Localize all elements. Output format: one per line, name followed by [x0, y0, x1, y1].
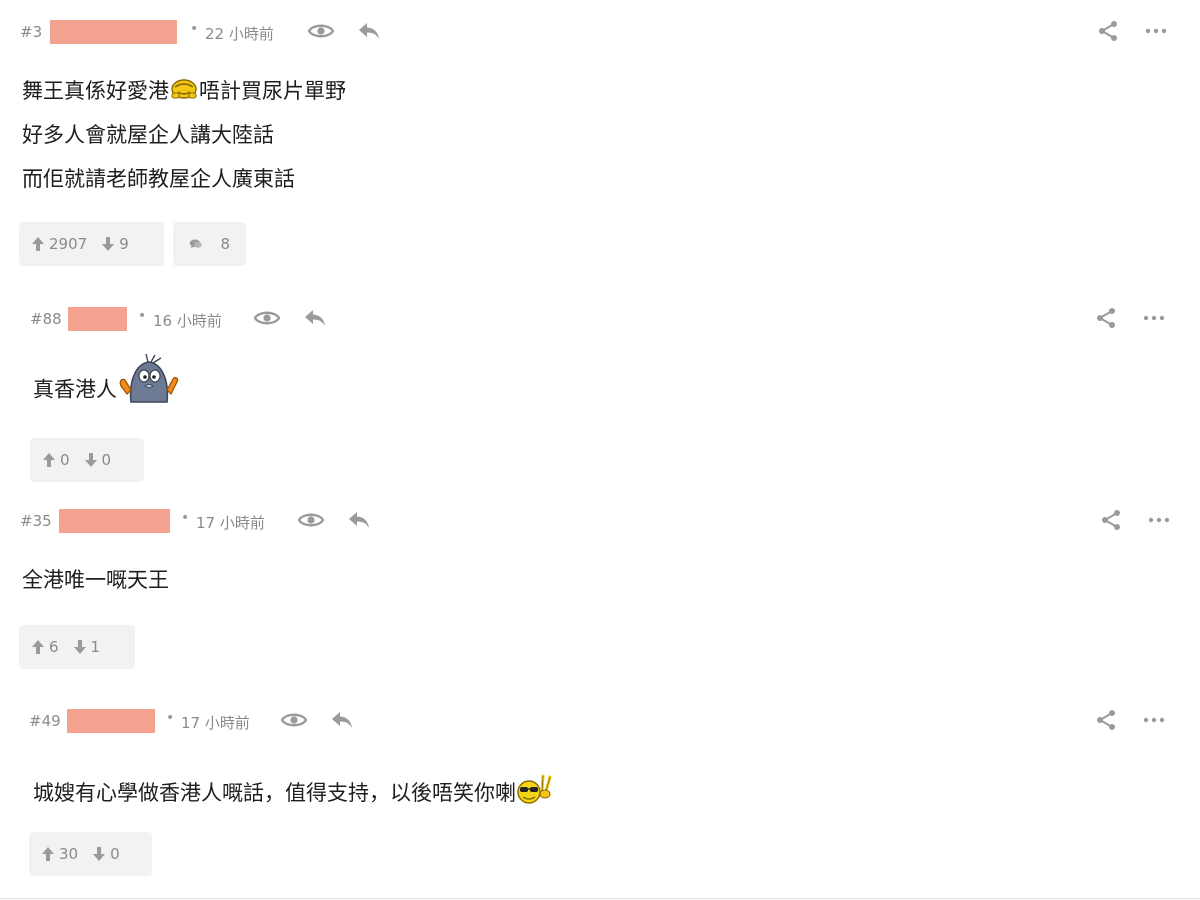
- downvote-count: 9: [119, 235, 129, 253]
- eye-icon[interactable]: [254, 306, 280, 330]
- share-icon[interactable]: [1093, 708, 1119, 732]
- bowing-emoji: [169, 77, 199, 107]
- post-content-line: 舞王真係好愛港 唔計買尿片單野: [22, 77, 346, 107]
- reply-arrow-icon[interactable]: [356, 19, 382, 43]
- post-time: 17 小時前: [181, 714, 250, 732]
- separator-dot: •: [166, 710, 175, 726]
- arrow-up-icon: [32, 237, 44, 251]
- post-header: #3 • 22 小時前: [0, 19, 1200, 44]
- post-content-line: 城嫂有心學做香港人嘅話，值得支持，以後唔笑你喇: [33, 772, 554, 816]
- arrow-up-icon: [43, 453, 55, 467]
- replies-button[interactable]: 8: [173, 222, 246, 266]
- post-text: 舞王真係好愛港: [22, 79, 169, 103]
- eye-icon[interactable]: [298, 508, 324, 532]
- upvote-count: 0: [60, 451, 70, 469]
- post-header: #88 • 16 小時前: [0, 306, 1200, 331]
- vote-box: 2907 9: [19, 222, 164, 266]
- arrow-up-icon: [32, 640, 44, 654]
- sunglasses-peace-emoji: [516, 772, 554, 816]
- post-content-line: 而佢就請老師教屋企人廣東話: [22, 167, 295, 191]
- arrow-up-icon: [42, 847, 54, 861]
- upvote-count: 2907: [49, 235, 88, 253]
- post-header: #35 • 17 小時前: [0, 508, 1200, 533]
- post-content-line: 全港唯一嘅天王: [22, 568, 169, 592]
- reply-count: 8: [220, 235, 230, 253]
- reply-arrow-icon[interactable]: [302, 306, 328, 330]
- post-time: 17 小時前: [196, 514, 265, 532]
- share-icon[interactable]: [1093, 306, 1119, 330]
- arrow-down-icon: [84, 453, 97, 467]
- vote-box: 6 1: [19, 625, 135, 669]
- arrow-down-icon: [102, 237, 115, 251]
- upvote-button[interactable]: 2907: [31, 235, 87, 253]
- floor-number: #88: [30, 310, 62, 328]
- username-redacted[interactable]: [50, 20, 177, 44]
- upvote-button[interactable]: 0: [42, 451, 70, 469]
- arrow-down-icon: [93, 847, 106, 861]
- separator-dot: •: [190, 21, 199, 37]
- reply-arrow-icon[interactable]: [346, 508, 372, 532]
- post-content-line: 真香港人: [33, 352, 181, 429]
- post-time: 16 小時前: [153, 312, 222, 330]
- more-dots-icon[interactable]: [1141, 708, 1167, 732]
- divider: [0, 898, 1200, 899]
- share-icon[interactable]: [1095, 19, 1121, 43]
- more-dots-icon[interactable]: [1146, 508, 1172, 532]
- downvote-count: 0: [110, 845, 120, 863]
- eye-icon[interactable]: [281, 708, 307, 732]
- downvote-count: 0: [101, 451, 112, 469]
- upvote-count: 30: [59, 845, 79, 863]
- username-redacted[interactable]: [67, 709, 155, 733]
- upvote-button[interactable]: 30: [41, 845, 78, 863]
- cheering-creature-emoji: [117, 352, 181, 429]
- downvote-count: 1: [90, 638, 101, 656]
- username-redacted[interactable]: [68, 307, 127, 331]
- upvote-count: 6: [49, 638, 59, 656]
- downvote-button[interactable]: 0: [84, 451, 112, 469]
- share-icon[interactable]: [1098, 508, 1124, 532]
- eye-icon[interactable]: [308, 19, 334, 43]
- downvote-button[interactable]: 0: [92, 845, 120, 863]
- comment-bubble-icon: [189, 239, 202, 249]
- arrow-down-icon: [73, 640, 86, 654]
- vote-box: 0 0: [30, 438, 144, 482]
- downvote-button[interactable]: 9: [101, 235, 129, 253]
- more-dots-icon[interactable]: [1141, 306, 1167, 330]
- more-dots-icon[interactable]: [1143, 19, 1169, 43]
- post-time: 22 小時前: [205, 25, 274, 43]
- vote-box: 30 0: [29, 832, 152, 876]
- post-header: #49 • 17 小時前: [0, 708, 1200, 733]
- username-redacted[interactable]: [59, 509, 170, 533]
- post-text: 城嫂有心學做香港人嘅話，值得支持，以後唔笑你喇: [33, 781, 516, 805]
- floor-number: #35: [20, 512, 52, 530]
- downvote-button[interactable]: 1: [73, 638, 101, 656]
- post-text: 唔計買尿片單野: [199, 79, 346, 103]
- post-content-line: 好多人會就屋企人講大陸話: [22, 123, 274, 147]
- separator-dot: •: [181, 510, 190, 526]
- upvote-button[interactable]: 6: [31, 638, 59, 656]
- post-text: 真香港人: [33, 377, 117, 402]
- floor-number: #49: [29, 712, 61, 730]
- separator-dot: •: [138, 308, 147, 324]
- reply-arrow-icon[interactable]: [329, 708, 355, 732]
- floor-number: #3: [20, 23, 43, 41]
